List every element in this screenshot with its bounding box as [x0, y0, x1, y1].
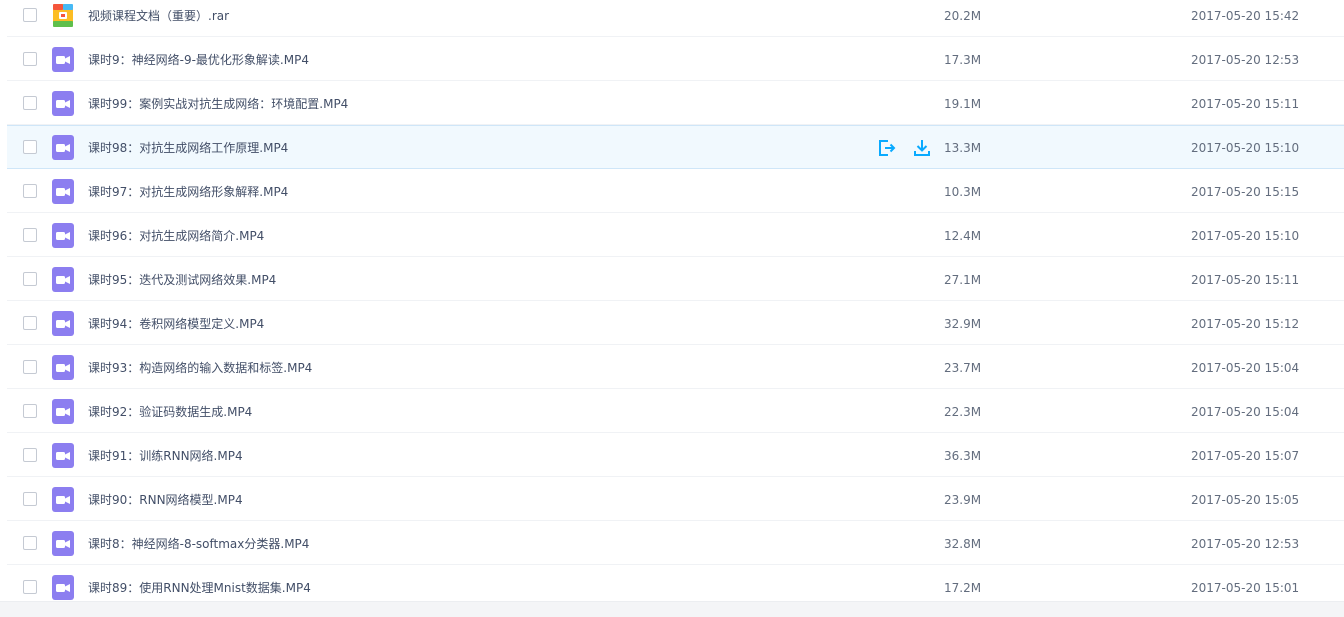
row-checkbox[interactable] — [23, 272, 37, 286]
file-date: 2017-05-20 15:05 — [1191, 493, 1300, 507]
file-name[interactable]: 课时97：对抗生成网络形象解释.MP4 — [88, 170, 288, 214]
video-icon — [52, 443, 74, 468]
file-size: 32.9M — [944, 317, 982, 331]
video-icon — [52, 399, 74, 424]
file-name[interactable]: 视频课程文档（重要）.rar — [88, 0, 229, 38]
file-row[interactable]: 课时8：神经网络-8-softmax分类器.MP4 32.8M 2017-05-… — [7, 521, 1344, 565]
file-name[interactable]: 课时95：迭代及测试网络效果.MP4 — [88, 258, 276, 302]
file-name[interactable]: 课时91：训练RNN网络.MP4 — [88, 434, 243, 478]
file-size: 13.3M — [944, 141, 982, 155]
video-icon — [52, 179, 74, 204]
file-size: 17.3M — [944, 53, 982, 67]
file-size: 12.4M — [944, 229, 982, 243]
file-row[interactable]: 课时91：训练RNN网络.MP4 36.3M 2017-05-20 15:07 — [7, 433, 1344, 477]
row-checkbox[interactable] — [23, 316, 37, 330]
file-size: 22.3M — [944, 405, 982, 419]
file-row[interactable]: 视频课程文档（重要）.rar 20.2M 2017-05-20 15:42 — [7, 0, 1344, 37]
share-icon[interactable] — [877, 138, 897, 158]
row-checkbox[interactable] — [23, 96, 37, 110]
video-icon — [52, 267, 74, 292]
file-row[interactable]: 课时9：神经网络-9-最优化形象解读.MP4 17.3M 2017-05-20 … — [7, 37, 1344, 81]
file-name[interactable]: 课时8：神经网络-8-softmax分类器.MP4 — [88, 522, 309, 566]
file-name[interactable]: 课时93：构造网络的输入数据和标签.MP4 — [88, 346, 312, 390]
rar-icon — [52, 3, 74, 28]
row-checkbox[interactable] — [23, 228, 37, 242]
row-checkbox[interactable] — [23, 492, 37, 506]
file-row[interactable]: 课时99：案例实战对抗生成网络：环境配置.MP4 19.1M 2017-05-2… — [7, 81, 1344, 125]
file-size: 10.3M — [944, 185, 982, 199]
file-row[interactable]: 课时93：构造网络的输入数据和标签.MP4 23.7M 2017-05-20 1… — [7, 345, 1344, 389]
file-size: 32.8M — [944, 537, 982, 551]
file-list-viewport: 视频课程文档（重要）.rar 20.2M 2017-05-20 15:42 课时… — [0, 0, 1344, 617]
video-icon — [52, 311, 74, 336]
row-checkbox[interactable] — [23, 140, 37, 154]
file-date: 2017-05-20 15:12 — [1191, 317, 1300, 331]
file-date: 2017-05-20 15:10 — [1191, 141, 1300, 155]
row-checkbox[interactable] — [23, 580, 37, 594]
file-name[interactable]: 课时90：RNN网络模型.MP4 — [88, 478, 243, 522]
bottom-status-bar — [0, 601, 1344, 617]
row-checkbox[interactable] — [23, 52, 37, 66]
file-size: 23.7M — [944, 361, 982, 375]
video-icon — [52, 135, 74, 160]
video-icon — [52, 223, 74, 248]
row-checkbox[interactable] — [23, 8, 37, 22]
file-date: 2017-05-20 15:04 — [1191, 405, 1300, 419]
file-date: 2017-05-20 15:11 — [1191, 273, 1300, 287]
file-date: 2017-05-20 15:11 — [1191, 97, 1300, 111]
row-checkbox[interactable] — [23, 448, 37, 462]
video-icon — [52, 487, 74, 512]
file-name[interactable]: 课时92：验证码数据生成.MP4 — [88, 390, 252, 434]
video-icon — [52, 91, 74, 116]
file-row[interactable]: 课时90：RNN网络模型.MP4 23.9M 2017-05-20 15:05 — [7, 477, 1344, 521]
row-checkbox[interactable] — [23, 536, 37, 550]
video-icon — [52, 531, 74, 556]
file-size: 23.9M — [944, 493, 982, 507]
file-row[interactable]: 课时94：卷积网络模型定义.MP4 32.9M 2017-05-20 15:12 — [7, 301, 1344, 345]
file-size: 36.3M — [944, 449, 982, 463]
file-row-hovered[interactable]: 课时98：对抗生成网络工作原理.MP4 13.3M 2017-05-20 15:… — [7, 125, 1344, 169]
file-size: 19.1M — [944, 97, 982, 111]
row-checkbox[interactable] — [23, 404, 37, 418]
video-icon — [52, 355, 74, 380]
row-checkbox[interactable] — [23, 360, 37, 374]
video-icon — [52, 47, 74, 72]
file-date: 2017-05-20 15:04 — [1191, 361, 1300, 375]
file-row[interactable]: 课时96：对抗生成网络简介.MP4 12.4M 2017-05-20 15:10 — [7, 213, 1344, 257]
file-date: 2017-05-20 12:53 — [1191, 53, 1300, 67]
file-size: 20.2M — [944, 9, 982, 23]
file-date: 2017-05-20 12:53 — [1191, 537, 1300, 551]
file-row[interactable]: 课时97：对抗生成网络形象解释.MP4 10.3M 2017-05-20 15:… — [7, 169, 1344, 213]
row-checkbox[interactable] — [23, 184, 37, 198]
file-row[interactable]: 课时92：验证码数据生成.MP4 22.3M 2017-05-20 15:04 — [7, 389, 1344, 433]
file-date: 2017-05-20 15:10 — [1191, 229, 1300, 243]
file-date: 2017-05-20 15:42 — [1191, 9, 1300, 23]
download-icon[interactable] — [912, 138, 932, 158]
file-list: 视频课程文档（重要）.rar 20.2M 2017-05-20 15:42 课时… — [0, 0, 1344, 609]
file-row[interactable]: 课时95：迭代及测试网络效果.MP4 27.1M 2017-05-20 15:1… — [7, 257, 1344, 301]
row-actions — [877, 138, 942, 158]
video-icon — [52, 575, 74, 600]
file-date: 2017-05-20 15:15 — [1191, 185, 1300, 199]
file-date: 2017-05-20 15:07 — [1191, 449, 1300, 463]
file-name[interactable]: 课时99：案例实战对抗生成网络：环境配置.MP4 — [88, 82, 348, 126]
file-size: 27.1M — [944, 273, 982, 287]
file-name[interactable]: 课时98：对抗生成网络工作原理.MP4 — [88, 126, 288, 170]
file-name[interactable]: 课时96：对抗生成网络简介.MP4 — [88, 214, 264, 258]
file-name[interactable]: 课时9：神经网络-9-最优化形象解读.MP4 — [88, 38, 309, 82]
file-name[interactable]: 课时94：卷积网络模型定义.MP4 — [88, 302, 264, 346]
